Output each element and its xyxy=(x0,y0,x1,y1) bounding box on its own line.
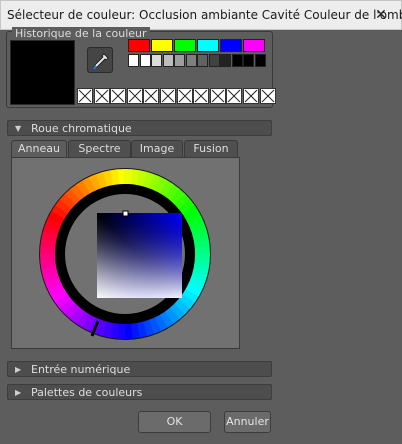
cancel-button[interactable]: Annuler xyxy=(224,411,271,433)
chevron-right-icon: ▶ xyxy=(15,388,22,397)
history-swatch[interactable] xyxy=(208,54,220,67)
tab-spectrum[interactable]: Spectre xyxy=(68,140,131,157)
numeric-input-header[interactable]: ▶ Entrée numérique xyxy=(7,361,272,377)
history-swatch[interactable] xyxy=(220,54,231,67)
history-swatch[interactable] xyxy=(128,39,150,52)
eyedropper-button[interactable] xyxy=(87,47,113,73)
palettes-header[interactable]: ▶ Palettes de couleurs xyxy=(7,384,272,400)
close-button[interactable]: ✕ xyxy=(373,7,389,23)
history-swatch[interactable] xyxy=(128,54,139,67)
history-swatch[interactable] xyxy=(243,39,265,52)
chevron-right-icon: ▶ xyxy=(15,365,22,374)
eyedropper-icon xyxy=(93,53,109,70)
history-swatch[interactable] xyxy=(162,54,174,67)
history-swatch[interactable] xyxy=(231,54,243,67)
color-wheel-header-label: Roue chromatique xyxy=(31,122,132,135)
empty-slot xyxy=(209,88,226,104)
history-swatch[interactable] xyxy=(151,39,173,52)
history-swatch-grid xyxy=(128,39,270,69)
history-swatch[interactable] xyxy=(197,54,208,67)
palettes-header-label: Palettes de couleurs xyxy=(31,386,143,399)
selection-marker[interactable] xyxy=(122,210,129,217)
tab-blend[interactable]: Fusion xyxy=(184,140,238,157)
window-title: Sélecteur de couleur: Occlusion ambiante… xyxy=(7,8,402,22)
history-swatch[interactable] xyxy=(254,54,266,67)
tab-ring[interactable]: Anneau xyxy=(11,140,67,158)
color-ring-picker[interactable] xyxy=(12,158,241,350)
chevron-down-icon: ▼ xyxy=(15,124,22,133)
empty-slot xyxy=(143,88,160,104)
empty-slot xyxy=(110,88,127,104)
history-swatch[interactable] xyxy=(220,39,242,52)
sv-diagonal-overlay xyxy=(97,213,182,298)
history-swatch[interactable] xyxy=(174,54,185,67)
empty-slot xyxy=(77,88,93,104)
numeric-input-header-label: Entrée numérique xyxy=(31,363,131,376)
ring-panel xyxy=(11,157,240,349)
history-swatch[interactable] xyxy=(174,39,196,52)
color-wheel-header[interactable]: ▼ Roue chromatique xyxy=(7,120,272,136)
empty-slot xyxy=(93,88,110,104)
history-swatch[interactable] xyxy=(185,54,197,67)
empty-slot xyxy=(259,88,276,104)
empty-slot xyxy=(242,88,259,104)
history-swatch[interactable] xyxy=(151,54,162,67)
history-swatch[interactable] xyxy=(197,39,219,52)
empty-slot xyxy=(176,88,193,104)
empty-slot xyxy=(226,88,243,104)
history-swatch[interactable] xyxy=(139,54,151,67)
tab-image[interactable]: Image xyxy=(131,140,183,157)
empty-history-slots xyxy=(77,88,276,106)
ok-button[interactable]: OK xyxy=(138,411,211,433)
empty-slot xyxy=(193,88,210,104)
empty-slot xyxy=(159,88,176,104)
history-swatch[interactable] xyxy=(243,54,254,67)
empty-slot xyxy=(126,88,143,104)
current-color-swatch xyxy=(10,40,75,105)
